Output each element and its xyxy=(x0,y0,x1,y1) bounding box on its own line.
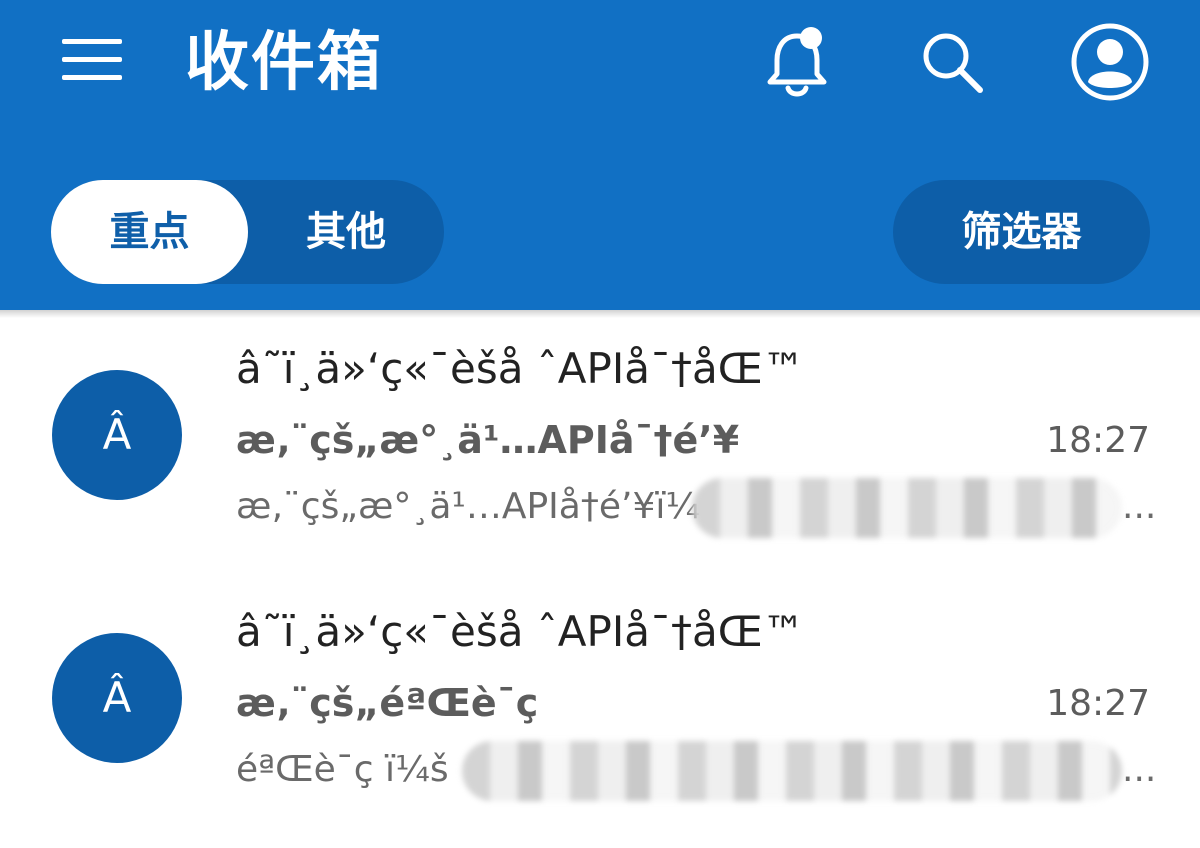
mail-preview-text: æ‚¨çš„æ°¸ä¹…APIå†é’¥ï¼ xyxy=(236,486,701,527)
header-shadow xyxy=(0,310,1200,318)
tab-focused[interactable]: 重点 xyxy=(51,180,248,284)
notifications-button[interactable] xyxy=(757,22,837,102)
app-header: 收件箱 重点 其他 筛选器 xyxy=(0,0,1200,310)
bell-notification-icon xyxy=(767,27,827,97)
redaction-blur xyxy=(462,741,1122,801)
menu-button[interactable] xyxy=(50,25,134,95)
hamburger-menu-icon xyxy=(62,39,122,80)
mail-preview-text: éªŒè¯ç ï¼š xyxy=(236,749,449,790)
inbox-tab-switch: 重点 其他 xyxy=(51,180,444,284)
mail-sender: æ‚¨çš„éªŒè¯ç xyxy=(236,681,539,725)
mail-time: 18:27 xyxy=(1046,683,1150,724)
mail-time: 18:27 xyxy=(1046,420,1150,461)
search-button[interactable] xyxy=(912,22,992,102)
search-icon xyxy=(923,33,983,93)
filter-button[interactable]: 筛选器 xyxy=(893,180,1150,284)
account-avatar-icon xyxy=(1071,23,1149,101)
sender-avatar: Â xyxy=(52,633,182,763)
page-title: 收件箱 xyxy=(185,26,383,100)
mail-preview-ellipsis: ... xyxy=(1122,486,1157,527)
mail-subject: â˜ï¸ä»‘ç«¯èšå ˆAPIå¯†åŒ™ xyxy=(236,607,805,656)
account-button[interactable] xyxy=(1070,22,1150,102)
mail-subject: â˜ï¸ä»‘ç«¯èšå ˆAPIå¯†åŒ™ xyxy=(236,344,805,393)
mail-sender: æ‚¨çš„æ°¸ä¹…APIå¯†é’¥ xyxy=(236,418,740,462)
tab-other[interactable]: 其他 xyxy=(248,180,444,284)
redaction-blur xyxy=(692,478,1122,538)
mail-preview-ellipsis: ... xyxy=(1122,749,1157,790)
mail-list-item[interactable]: Â â˜ï¸ä»‘ç«¯èšå ˆAPIå¯†åŒ™ æ‚¨çš„éªŒè¯ç … xyxy=(0,583,1200,848)
mail-list-item[interactable]: Â â˜ï¸ä»‘ç«¯èšå ˆAPIå¯†åŒ™ æ‚¨çš„æ°¸ä¹…A… xyxy=(0,318,1200,583)
sender-avatar: Â xyxy=(52,370,182,500)
